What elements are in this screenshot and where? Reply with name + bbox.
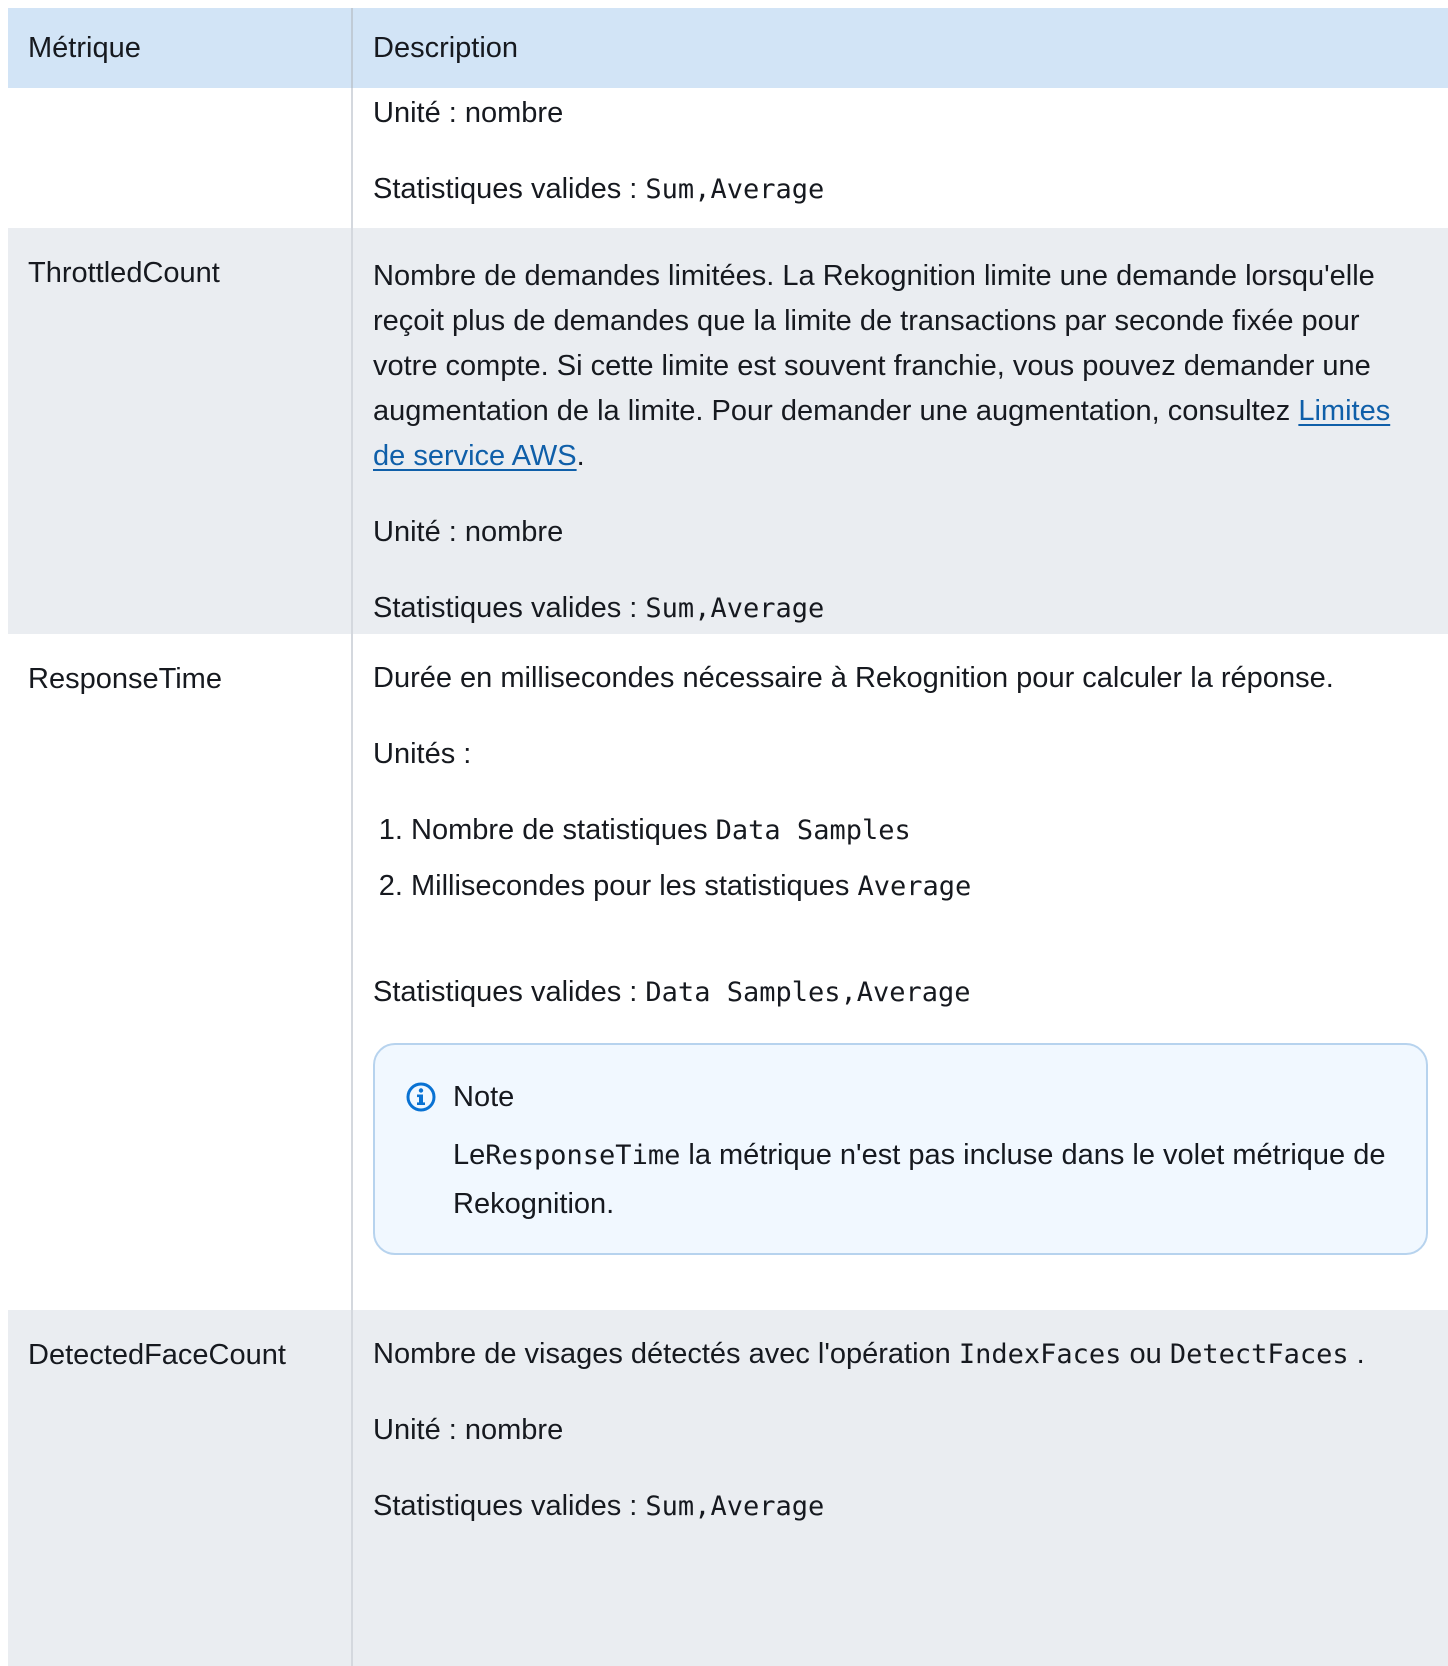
metric-name: DetectedFaceCount bbox=[28, 1339, 286, 1371]
unit-text: Unité : nombre bbox=[373, 1414, 564, 1446]
units-list: Nombre de statistiques Data Samples Mill… bbox=[373, 806, 1428, 911]
list-item-text: Nombre de statistiques bbox=[411, 814, 716, 846]
valid-stats: Statistiques valides : Sum,Average bbox=[373, 165, 1428, 214]
units-label: Unités : bbox=[373, 738, 472, 770]
table-row-1-metric: ThrottledCount bbox=[8, 228, 351, 634]
note-callout: Note LeResponseTime la métrique n'est pa… bbox=[373, 1043, 1428, 1255]
valid-stats-label: Statistiques valides : bbox=[373, 592, 646, 624]
valid-stats-code: Sum,Average bbox=[645, 1491, 825, 1522]
operation-code-detectfaces: DetectFaces bbox=[1169, 1339, 1349, 1370]
table-row-3-description: Nombre de visages détectés avec l'opérat… bbox=[351, 1310, 1448, 1666]
list-item: Nombre de statistiques Data Samples bbox=[411, 806, 1428, 855]
description-body: Nombre de visages détectés avec l'opérat… bbox=[373, 1338, 959, 1370]
description-body: Nombre de demandes limitées. La Rekognit… bbox=[373, 260, 1375, 427]
note-header: Note bbox=[405, 1075, 1396, 1119]
metrics-table: Métrique Description Unité : nombre Stat… bbox=[8, 8, 1448, 1666]
unit-text: Unité : nombre bbox=[373, 516, 564, 548]
note-title: Note bbox=[453, 1080, 515, 1113]
valid-stats: Statistiques valides : Sum,Average bbox=[373, 1482, 1428, 1531]
table-row-1-description: Nombre de demandes limitées. La Rekognit… bbox=[351, 228, 1448, 634]
valid-stats-label: Statistiques valides : bbox=[373, 173, 646, 205]
metric-name: ThrottledCount bbox=[28, 257, 220, 289]
list-item: Millisecondes pour les statistiques Aver… bbox=[411, 862, 1428, 911]
description-period: . bbox=[1348, 1338, 1365, 1370]
description-text: Nombre de demandes limitées. La Rekognit… bbox=[373, 254, 1428, 479]
operation-code-indexfaces: IndexFaces bbox=[958, 1339, 1122, 1370]
list-item-code: Average bbox=[857, 871, 972, 902]
valid-stats-code: Data Samples,Average bbox=[645, 977, 971, 1008]
valid-stats-label: Statistiques valides : bbox=[373, 1490, 646, 1522]
valid-stats-code: Sum,Average bbox=[645, 593, 825, 624]
description-or: ou bbox=[1121, 1338, 1170, 1370]
description-text: Nombre de visages détectés avec l'opérat… bbox=[373, 1332, 1428, 1377]
table-row-3-metric: DetectedFaceCount bbox=[8, 1310, 351, 1666]
valid-stats-code: Sum,Average bbox=[645, 174, 825, 205]
note-code: ResponseTime bbox=[485, 1140, 681, 1171]
metric-name: ResponseTime bbox=[28, 663, 222, 695]
info-circle-icon bbox=[406, 1082, 436, 1112]
valid-stats-label: Statistiques valides : bbox=[373, 976, 646, 1008]
list-item-text: Millisecondes pour les statistiques bbox=[411, 870, 858, 902]
header-metric: Métrique bbox=[8, 8, 351, 88]
table-row-2-metric: ResponseTime bbox=[8, 634, 351, 1310]
table-row-0-description: Unité : nombre Statistiques valides : Su… bbox=[351, 88, 1448, 228]
valid-stats: Statistiques valides : Sum,Average bbox=[373, 584, 1428, 633]
unit-text: Unité : nombre bbox=[373, 97, 564, 129]
header-description-label: Description bbox=[373, 31, 519, 64]
valid-stats: Statistiques valides : Data Samples,Aver… bbox=[373, 968, 1428, 1017]
header-metric-label: Métrique bbox=[28, 31, 141, 64]
description-period: . bbox=[576, 440, 585, 472]
note-prefix: Le bbox=[453, 1139, 486, 1171]
header-description: Description bbox=[351, 8, 1448, 88]
table-row-0-metric bbox=[8, 88, 351, 228]
description-text: Durée en millisecondes nécessaire à Reko… bbox=[373, 662, 1334, 694]
table-row-2-description: Durée en millisecondes nécessaire à Reko… bbox=[351, 634, 1448, 1310]
note-body: LeResponseTime la métrique n'est pas inc… bbox=[453, 1131, 1396, 1228]
list-item-code: Data Samples bbox=[715, 815, 911, 846]
